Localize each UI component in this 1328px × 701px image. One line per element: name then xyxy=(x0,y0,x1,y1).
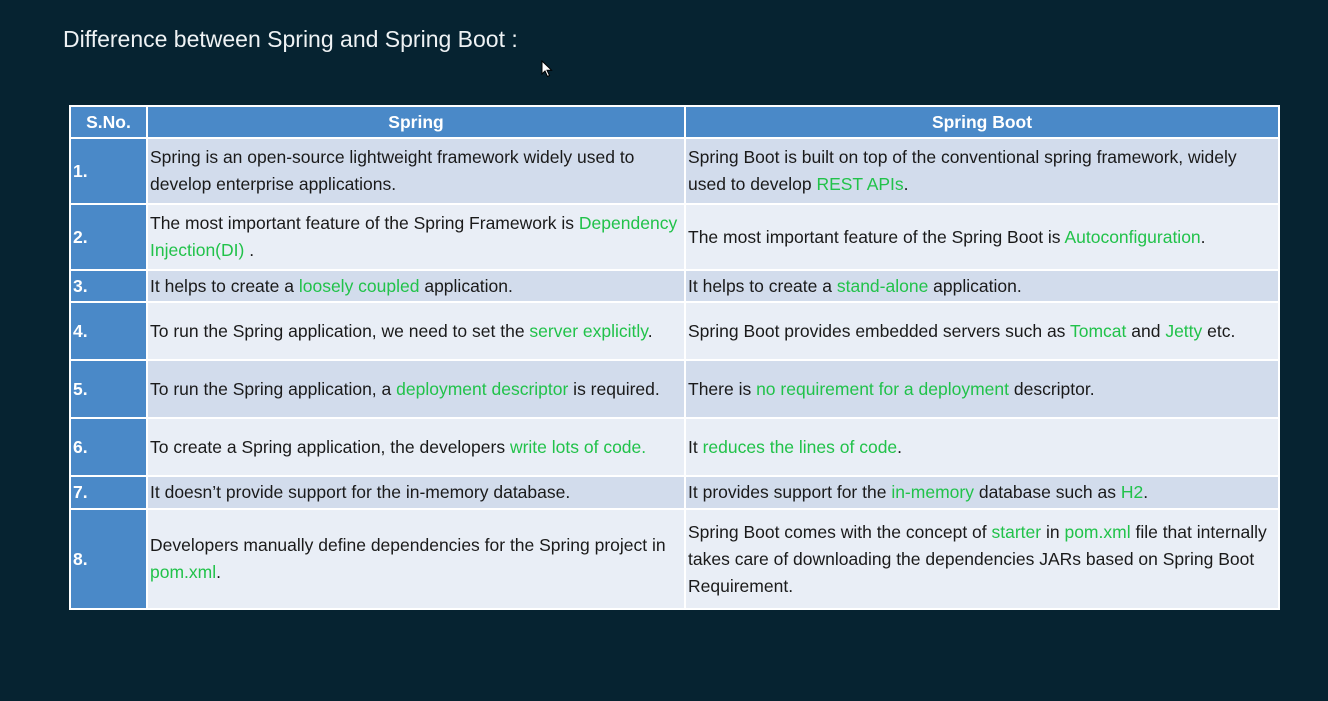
spring-boot-cell: Spring Boot is built on top of the conve… xyxy=(684,137,1280,205)
spring-boot-cell: It provides support for the in-memory da… xyxy=(684,475,1280,510)
table-header-row: S.No. Spring Spring Boot xyxy=(69,105,1280,139)
highlight-text: starter xyxy=(991,521,1042,542)
cell-text: The most important feature of the Spring… xyxy=(688,226,1065,247)
header-spring: Spring xyxy=(146,105,686,139)
row-number: 1. xyxy=(69,137,148,205)
cell-text: Spring Boot provides embedded servers su… xyxy=(688,320,1070,341)
spring-cell: The most important feature of the Spring… xyxy=(146,203,686,271)
cell-text: The most important feature of the Spring… xyxy=(150,213,579,233)
highlight-text: Autoconfiguration xyxy=(1064,226,1201,247)
row-number: 7. xyxy=(69,475,148,510)
table-row: 6. To create a Spring application, the de… xyxy=(69,417,1280,477)
mouse-cursor-icon xyxy=(541,60,553,78)
highlight-text: pom.xml xyxy=(1064,521,1131,542)
header-sno: S.No. xyxy=(69,105,148,139)
cell-text: application. xyxy=(928,275,1022,296)
row-number: 4. xyxy=(69,301,148,361)
spring-cell: Developers manually define dependencies … xyxy=(146,508,686,610)
highlight-text: deployment descriptor xyxy=(396,378,569,399)
table-row: 5. To run the Spring application, a deplo… xyxy=(69,359,1280,419)
cell-text: Spring Boot is built on top of the conve… xyxy=(688,147,1237,194)
cell-text: There is xyxy=(688,378,757,399)
cell-text: in xyxy=(1041,521,1065,542)
cell-text: To run the Spring application, a xyxy=(150,378,397,399)
highlight-text: H2 xyxy=(1120,482,1144,502)
row-number: 3. xyxy=(69,269,148,303)
spring-cell: It helps to create a loosely coupled app… xyxy=(146,269,686,303)
table-row: 7. It doesn’t provide support for the in-… xyxy=(69,475,1280,510)
highlight-text: stand-alone xyxy=(836,275,929,296)
spring-cell: It doesn’t provide support for the in-me… xyxy=(146,475,686,510)
row-number: 6. xyxy=(69,417,148,477)
cell-text: It doesn’t provide support for the in-me… xyxy=(150,482,571,502)
cell-text: To run the Spring application, we need t… xyxy=(150,320,530,341)
cell-text: It helps to create a xyxy=(688,275,837,296)
cell-text: application. xyxy=(419,275,513,296)
table-row: 2. The most important feature of the Spri… xyxy=(69,203,1280,271)
cell-text: is required. xyxy=(568,378,660,399)
spring-boot-cell: It reduces the lines of code. xyxy=(684,417,1280,477)
cell-text: Spring is an open-source lightweight fra… xyxy=(150,147,635,194)
row-number: 5. xyxy=(69,359,148,419)
spring-boot-cell: Spring Boot comes with the concept of st… xyxy=(684,508,1280,610)
highlight-text: in-memory xyxy=(891,482,974,502)
comparison-table: S.No. Spring Spring Boot 1. Spring is an … xyxy=(69,105,1280,610)
spring-boot-cell: The most important feature of the Spring… xyxy=(684,203,1280,271)
cell-text: and xyxy=(1126,320,1166,341)
row-number: 8. xyxy=(69,508,148,610)
spring-cell: To create a Spring application, the deve… xyxy=(146,417,686,477)
table-row: 4. To run the Spring application, we need… xyxy=(69,301,1280,361)
cell-text: It helps to create a xyxy=(150,275,299,296)
spring-cell: To run the Spring application, a deploym… xyxy=(146,359,686,419)
highlight-text: server explicitly xyxy=(529,320,648,341)
spring-boot-cell: It helps to create a stand-alone applica… xyxy=(684,269,1280,303)
page-title: Difference between Spring and Spring Boo… xyxy=(63,26,518,52)
spring-cell: To run the Spring application, we need t… xyxy=(146,301,686,361)
cell-text: . xyxy=(216,562,221,582)
cell-text: It provides support for the xyxy=(688,482,892,502)
highlight-text: write lots of code. xyxy=(509,436,647,457)
cell-text: descriptor. xyxy=(1009,378,1095,399)
highlight-text: pom.xml xyxy=(150,562,217,582)
highlight-text: Jetty xyxy=(1165,320,1203,341)
cell-text: . xyxy=(903,174,909,194)
highlight-text: reduces the lines of code xyxy=(702,436,898,457)
cell-text: Developers manually define dependencies … xyxy=(150,535,666,555)
spring-boot-cell: Spring Boot provides embedded servers su… xyxy=(684,301,1280,361)
cell-text: . xyxy=(1200,226,1206,247)
cell-text: It xyxy=(688,436,703,457)
cell-text: database such as xyxy=(973,482,1121,502)
cell-text: . xyxy=(647,320,653,341)
table-row: 8. Developers manually define dependencie… xyxy=(69,508,1280,610)
cell-text: To create a Spring application, the deve… xyxy=(150,436,510,457)
table-row: 3. It helps to create a loosely coupled a… xyxy=(69,269,1280,303)
highlight-text: REST APIs xyxy=(816,174,904,194)
highlight-text: no requirement for a deployment xyxy=(756,378,1009,399)
cell-text: . xyxy=(244,240,255,260)
row-number: 2. xyxy=(69,203,148,271)
cell-text: Spring Boot comes with the concept of xyxy=(688,521,992,542)
highlight-text: loosely coupled xyxy=(298,275,420,296)
cell-text: etc. xyxy=(1202,320,1236,341)
spring-boot-cell: There is no requirement for a deployment… xyxy=(684,359,1280,419)
highlight-text: Tomcat xyxy=(1069,320,1127,341)
cell-text: . xyxy=(1143,482,1149,502)
table-row: 1. Spring is an open-source lightweight f… xyxy=(69,137,1280,205)
cell-text: . xyxy=(897,436,903,457)
header-spring-boot: Spring Boot xyxy=(684,105,1280,139)
spring-cell: Spring is an open-source lightweight fra… xyxy=(146,137,686,205)
